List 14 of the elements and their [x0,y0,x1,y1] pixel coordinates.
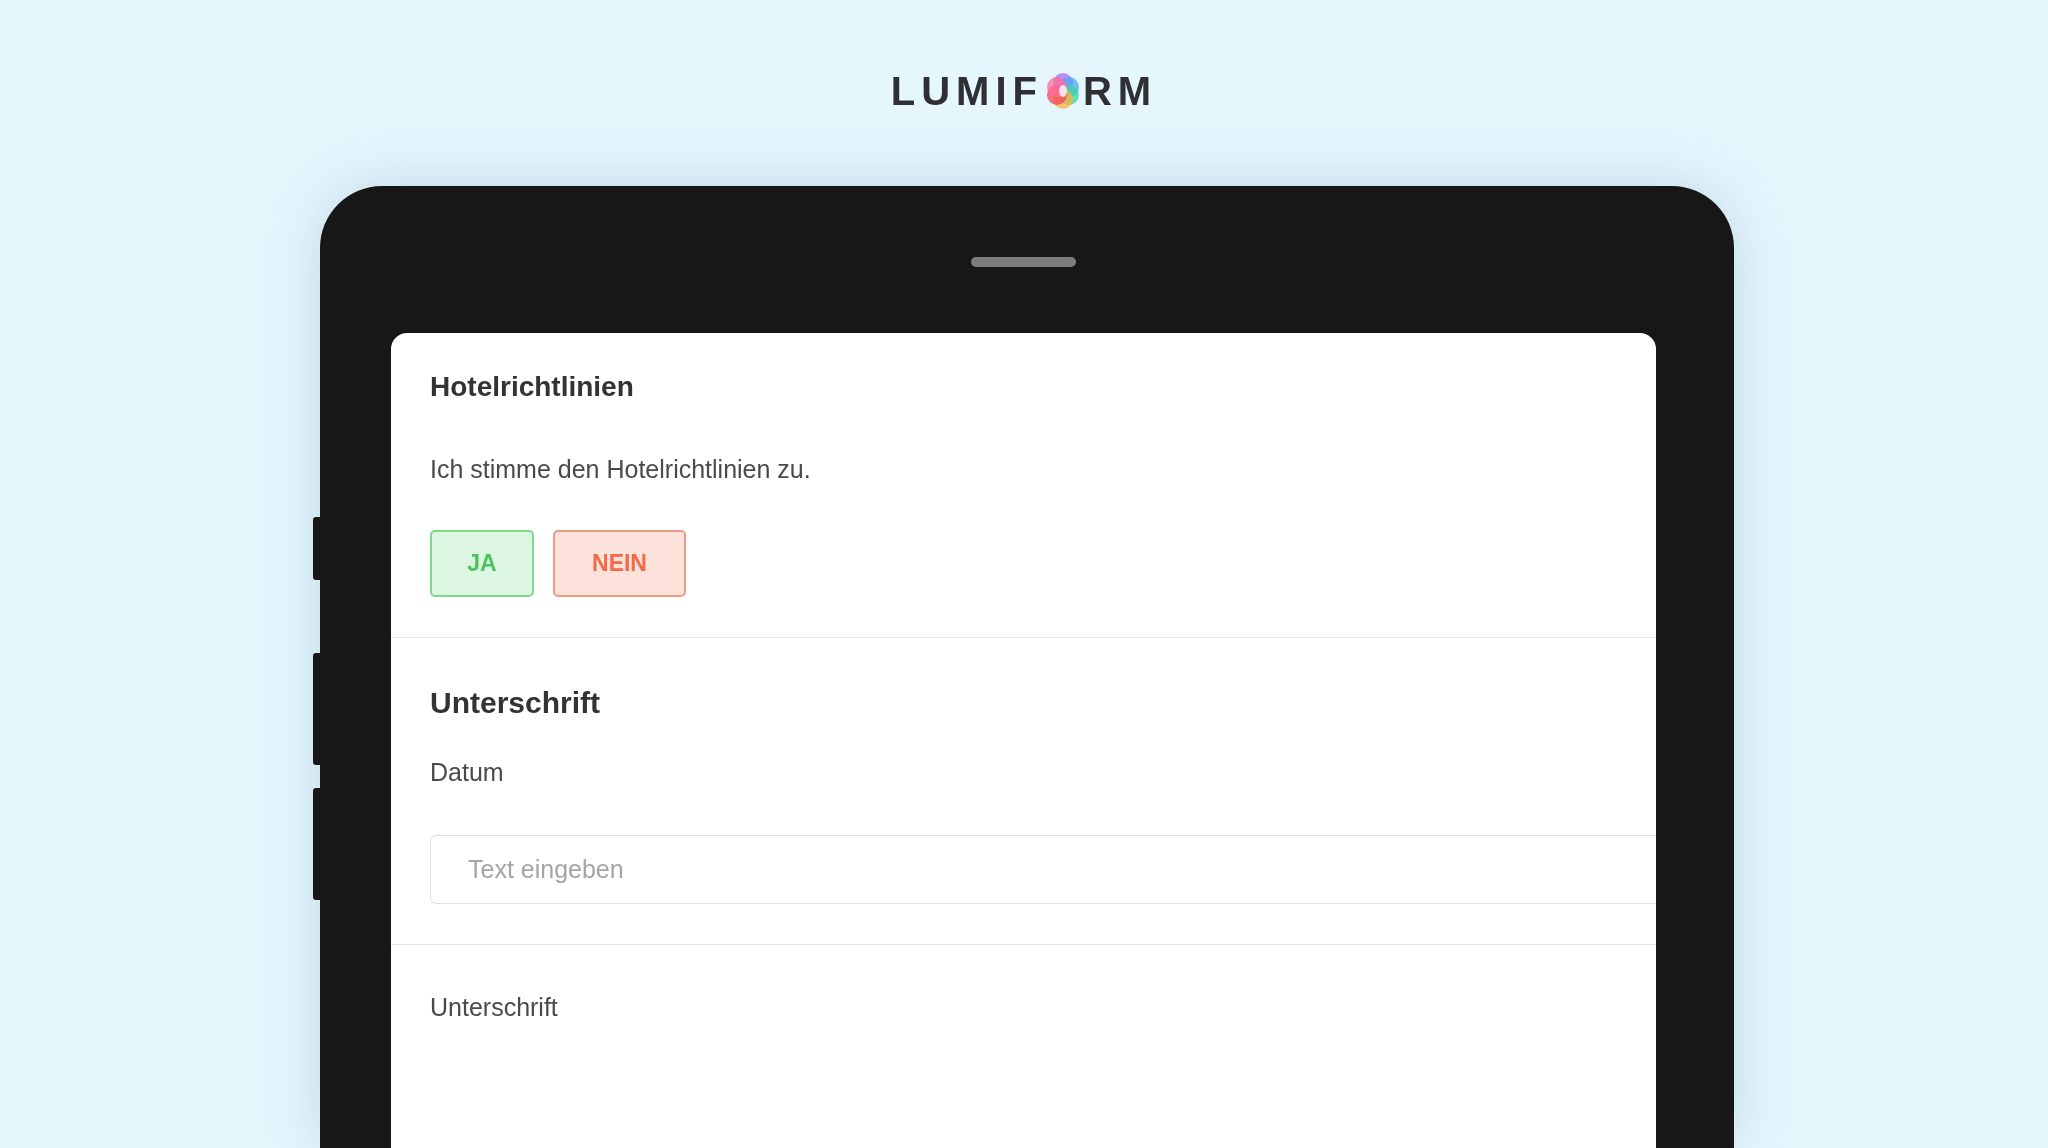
no-button[interactable]: NEIN [553,530,686,597]
question-text: Ich stimme den Hotelrichtlinien zu. [430,455,812,484]
logo-text: RM [1083,68,1158,114]
date-input-field[interactable]: Text eingeben [430,835,1656,904]
yes-button[interactable]: JA [430,530,534,597]
side-button[interactable] [313,788,320,900]
side-button[interactable] [313,517,320,580]
section-title: Unterschrift [430,686,602,720]
field-label: Unterschrift [430,993,559,1022]
logo-orb-icon [1045,71,1081,111]
field-label: Datum [430,758,505,787]
section-title: Hotelrichtlinien [430,371,635,403]
side-button[interactable] [313,653,320,765]
logo-text: LUMIF [890,68,1043,114]
